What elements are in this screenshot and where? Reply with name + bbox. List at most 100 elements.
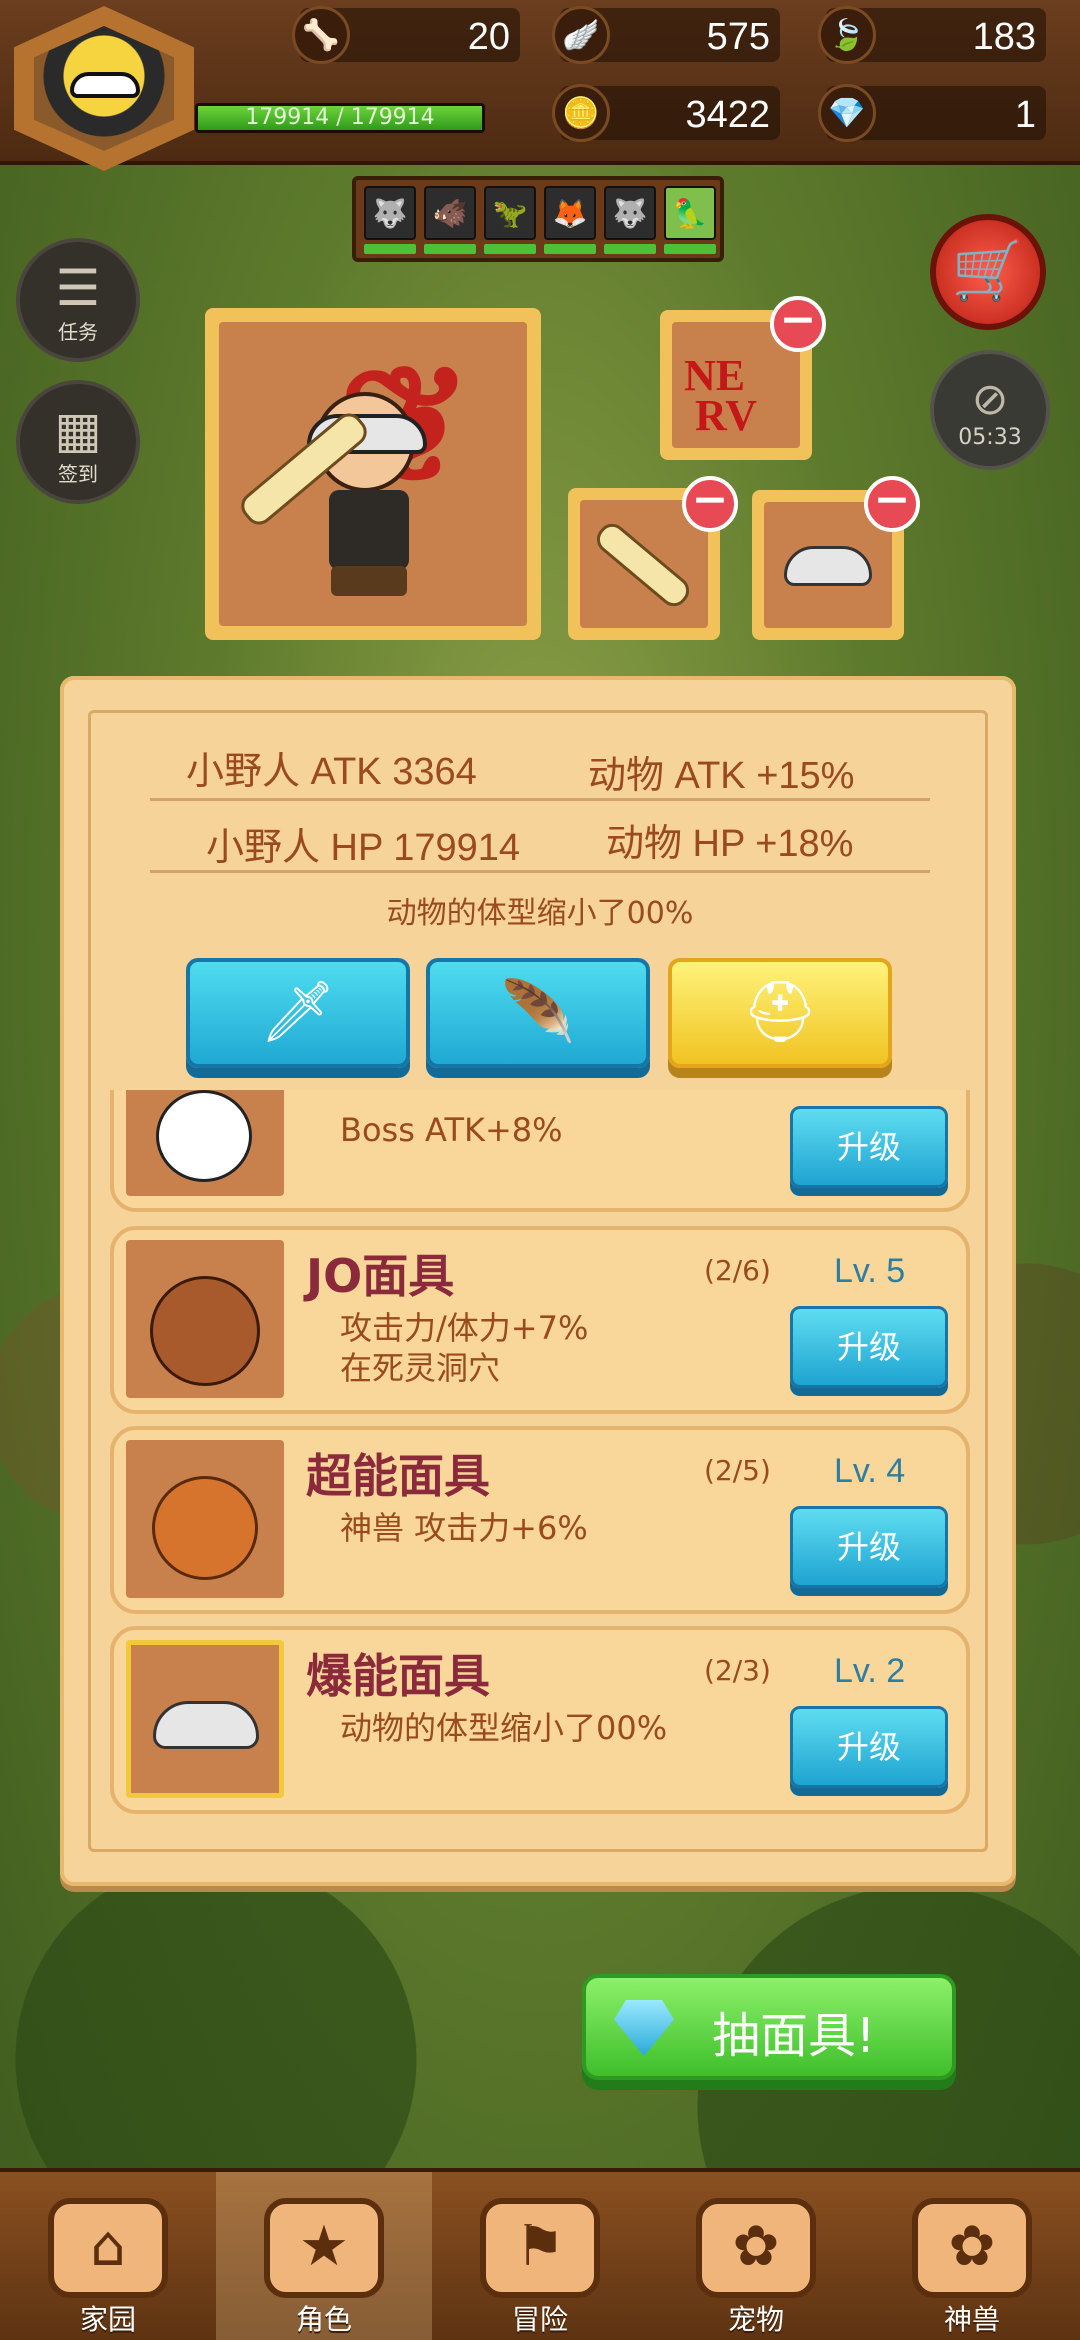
gem-icon: [614, 2000, 674, 2056]
resource-value: 575: [706, 16, 770, 58]
item-name: JO面具: [306, 1249, 455, 1303]
resource-value: 3422: [685, 94, 770, 136]
resource-bone: 🦴 20: [292, 6, 520, 64]
hp-text: 179914 / 179914: [245, 105, 435, 130]
list-item: JO面具 (2/6) Lv. 5 攻击力/体力+7% 在死灵洞穴 升级: [110, 1226, 970, 1414]
upgrade-button[interactable]: 升级: [790, 1706, 948, 1788]
calendar-icon: ▦: [54, 401, 102, 459]
item-count: (2/3): [704, 1654, 771, 1687]
cards-icon: ★: [264, 2198, 384, 2298]
signin-label: 签到: [58, 462, 98, 486]
character-body: [329, 490, 409, 570]
pet-slot[interactable]: 🐺: [604, 186, 656, 240]
upgrade-button[interactable]: 升级: [790, 1306, 948, 1388]
pet-slot[interactable]: 🦜: [664, 186, 716, 240]
animal-atk-stat: 动物 ATK +15%: [588, 755, 855, 797]
unequip-cape-button[interactable]: −: [770, 296, 826, 352]
shop-button[interactable]: 🛒: [930, 214, 1046, 330]
nav-label: 神兽: [943, 2303, 1000, 2336]
item-thumb: [126, 1090, 284, 1196]
paw-icon: ✿: [696, 2198, 816, 2298]
hero-atk-stat: 小野人 ATK 3364: [186, 751, 477, 793]
divider: [150, 870, 930, 873]
no-entry-icon: ⊘: [971, 374, 1009, 425]
signin-button[interactable]: ▦ 签到: [16, 380, 140, 504]
tab-helmet[interactable]: ⛑: [668, 958, 892, 1068]
item-desc: 攻击力/体力+7% 在死灵洞穴: [340, 1309, 589, 1387]
resource-value: 1: [1014, 94, 1036, 136]
tab-wing[interactable]: 🪶: [426, 958, 650, 1068]
nav-label: 宠物: [727, 2303, 784, 2336]
nav-beast[interactable]: ✿ 神兽: [864, 2172, 1080, 2340]
item-desc: Boss ATK+8%: [340, 1111, 563, 1149]
event-timer: 05:33: [958, 425, 1022, 450]
hero-hp-stat: 小野人 HP 179914: [206, 827, 521, 869]
wing-icon: 🪶: [500, 977, 576, 1047]
pet-slot[interactable]: 🦖: [484, 186, 536, 240]
nav-adventure[interactable]: ⚑ 冒险: [432, 2172, 648, 2340]
list-item: Boss ATK+8% 升级: [110, 1090, 970, 1212]
nav-label: 角色: [295, 2303, 352, 2336]
item-desc: 动物的体型缩小了00%: [340, 1709, 668, 1747]
tab-weapon[interactable]: 🗡: [186, 958, 410, 1068]
home-icon: ⌂: [48, 2198, 168, 2298]
draw-mask-label: 抽面具!: [712, 2008, 876, 2064]
item-level: Lv. 5: [834, 1252, 906, 1290]
pet-slot[interactable]: 🦊: [544, 186, 596, 240]
wing-icon: 🪽: [552, 6, 610, 64]
upgrade-button[interactable]: 升级: [790, 1106, 948, 1188]
panda-icon: [156, 1090, 252, 1182]
item-level: Lv. 4: [834, 1452, 906, 1490]
item-thumb: [126, 1440, 284, 1598]
pet-hp-bar: [604, 244, 656, 254]
bottom-nav: ⌂ 家园 ★ 角色 ⚑ 冒险 ✿ 宠物 ✿ 神兽: [0, 2168, 1080, 2340]
hp-bar: 179914 / 179914: [195, 103, 485, 133]
bone-icon: 🦴: [292, 6, 350, 64]
task-list-icon: ☰: [55, 259, 101, 317]
beast-icon: ✿: [912, 2198, 1032, 2298]
resource-leaf: 🍃 183: [818, 6, 1046, 64]
pet-hp-bar: [544, 244, 596, 254]
shrink-note: 动物的体型缩小了00%: [386, 896, 694, 931]
task-button[interactable]: ☰ 任务: [16, 238, 140, 362]
nav-character[interactable]: ★ 角色: [216, 2172, 432, 2340]
nerv-logo-icon: NE RV: [684, 351, 758, 440]
mask-list[interactable]: Boss ATK+8% 升级 JO面具 (2/6) Lv. 5 攻击力/体力+7…: [110, 1090, 970, 1850]
gem-icon: 💎: [818, 84, 876, 142]
unequip-mask-button[interactable]: −: [864, 476, 920, 532]
sign-icon: ⚑: [480, 2198, 600, 2298]
unequip-weapon-button[interactable]: −: [682, 476, 738, 532]
draw-mask-button[interactable]: 抽面具!: [582, 1974, 956, 2080]
cart-icon: 🛒: [951, 236, 1025, 304]
helmet-icon: ⛑: [741, 977, 819, 1047]
feather-mask-icon: [153, 1701, 259, 1749]
task-label: 任务: [58, 320, 98, 344]
item-thumb: [126, 1240, 284, 1398]
resource-wing: 🪽 575: [552, 6, 780, 64]
nav-label: 家园: [79, 2303, 136, 2336]
list-item: 爆能面具 (2/3) Lv. 2 动物的体型缩小了00% 升级: [110, 1626, 970, 1814]
feather-mask-icon: [784, 546, 872, 586]
nav-pets[interactable]: ✿ 宠物: [648, 2172, 864, 2340]
resource-coin: 🪙 3422: [552, 84, 780, 142]
character-legs: [331, 566, 407, 596]
nav-home[interactable]: ⌂ 家园: [0, 2172, 216, 2340]
pet-hp-bar: [424, 244, 476, 254]
pet-team-strip[interactable]: 🐺 🐗 🦖 🦊 🐺 🦜: [352, 176, 724, 262]
pet-slot[interactable]: 🐗: [424, 186, 476, 240]
upgrade-button[interactable]: 升级: [790, 1506, 948, 1588]
item-name: 爆能面具: [306, 1649, 490, 1703]
nav-label: 冒险: [511, 2303, 568, 2336]
sword-icon: 🗡: [259, 977, 337, 1047]
pet-slot[interactable]: 🐺: [364, 186, 416, 240]
leaf-icon: 🍃: [818, 6, 876, 64]
bone-icon: [591, 518, 695, 612]
timed-event-button[interactable]: ⊘ 05:33: [930, 350, 1050, 470]
item-desc: 神兽 攻击力+6%: [340, 1509, 588, 1547]
list-item: 超能面具 (2/5) Lv. 4 神兽 攻击力+6% 升级: [110, 1426, 970, 1614]
item-level: Lv. 2: [834, 1652, 906, 1690]
item-count: (2/6): [704, 1254, 771, 1287]
pet-hp-bar: [664, 244, 716, 254]
pet-hp-bar: [484, 244, 536, 254]
item-name: 超能面具: [306, 1449, 490, 1503]
